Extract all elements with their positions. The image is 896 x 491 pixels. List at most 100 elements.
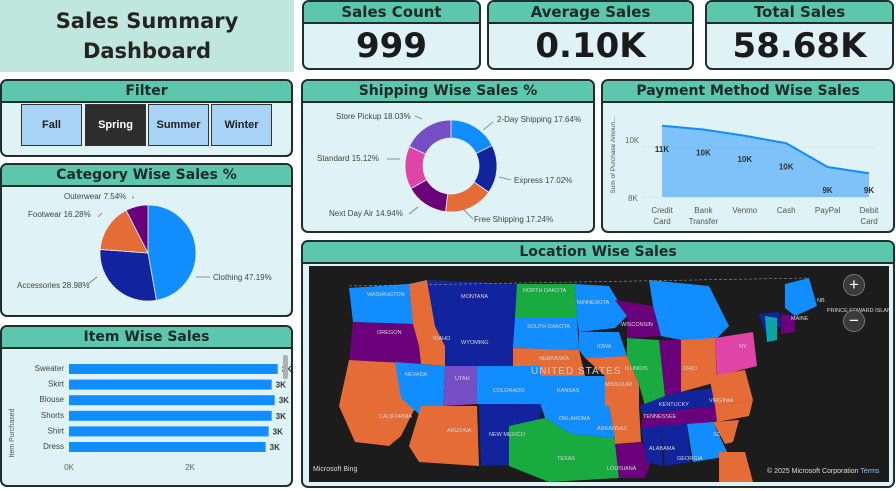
state-label-colorado: COLORADO (493, 388, 525, 394)
season-option-winter[interactable]: Winter (211, 104, 272, 146)
state-arizona[interactable] (409, 406, 479, 466)
y-tick-label: Skirt (48, 380, 65, 389)
slice-label-express: Express 17.02% (514, 176, 572, 185)
pie-slice-clothing[interactable] (147, 204, 197, 301)
payment-chart-title: Payment Method Wise Sales (603, 81, 893, 103)
item-chart-title: Item Wise Sales (2, 327, 291, 349)
state-wyoming[interactable] (435, 326, 515, 366)
state-label-kansas: KANSAS (557, 388, 580, 394)
zoom-out-button[interactable]: − (843, 310, 865, 332)
category-chart-title: Category Wise Sales % (2, 165, 291, 187)
dashboard-title-line2: Dashboard (82, 39, 212, 63)
shipping-chart-title: Shipping Wise Sales % (303, 81, 593, 103)
state-label-tennessee: TENNESSEE (643, 414, 677, 420)
state-michigan[interactable] (649, 280, 729, 346)
kpi-label: Sales Count (304, 2, 479, 24)
y-tick-label: 8K (628, 194, 638, 203)
dashboard-title: Sales Summary Dashboard (0, 0, 294, 72)
country-label: UNITED STATES (531, 366, 622, 377)
shipping-chart-panel: Shipping Wise Sales % 2-Day Shipping 17.… (301, 79, 595, 233)
x-tick-label: Transfer (689, 217, 719, 226)
state-minnesota[interactable] (575, 284, 627, 332)
state-label-idaho: IDAHO (433, 336, 451, 342)
state-new-hampshire[interactable] (765, 316, 777, 342)
data-label: 3K (276, 381, 286, 390)
x-tick-label: Bank (694, 206, 713, 215)
kpi-value: 0.10K (535, 26, 646, 66)
season-option-fall[interactable]: Fall (21, 104, 82, 146)
state-label-nevada: NEVADA (405, 372, 428, 378)
bing-logo: Microsoft Bing (313, 466, 357, 473)
state-label-sc: SC (713, 432, 721, 438)
state-label-nb: NB (817, 298, 825, 304)
slice-label-clothing: Clothing 47.19% (213, 273, 272, 282)
state-south-dakota[interactable] (513, 318, 579, 350)
state-label-washington: WASHINGTON (367, 292, 405, 298)
bar-shirt[interactable] (69, 426, 269, 437)
map-panel: Location Wise Sales WASHINGTON MONTANA N… (301, 240, 895, 488)
y-tick-label: Shorts (41, 411, 64, 420)
pie-slice-store-pickup[interactable] (408, 119, 452, 155)
bar-blouse[interactable] (69, 395, 275, 406)
data-label: 9K (822, 186, 832, 195)
category-chart-panel: Category Wise Sales % Clothing 47.19% Ac… (0, 163, 293, 317)
state-label-nebraska: NEBRASKA (539, 356, 569, 362)
x-tick-label: 2K (185, 463, 195, 472)
kpi-card-total-sales[interactable]: Total Sales 58.68K (705, 0, 894, 70)
state-label-maine: MAINE (791, 316, 809, 322)
bar-dress[interactable] (69, 442, 266, 452)
season-option-summer[interactable]: Summer (148, 104, 209, 146)
x-tick-label: Card (860, 217, 877, 226)
x-tick-label: Debit (860, 206, 879, 215)
slice-label-2-day-shipping: 2-Day Shipping 17.64% (497, 115, 581, 124)
map-copyright: © 2025 Microsoft Corporation Terms (767, 468, 880, 475)
x-tick-label: PayPal (815, 206, 841, 215)
data-label: 3K (279, 396, 289, 405)
category-pie-chart: Clothing 47.19% Accessories 28.98% Footw… (17, 192, 272, 302)
season-option-spring[interactable]: Spring (85, 104, 146, 146)
data-label: 10K (779, 162, 794, 171)
slice-label-standard: Standard 15.12% (317, 154, 379, 163)
state-montana[interactable] (427, 280, 517, 326)
data-label: 11K (655, 145, 669, 154)
state-label-new-mexico: NEW MEXICO (489, 432, 526, 438)
slice-label-footwear: Footwear 16.28% (28, 210, 91, 219)
map-title: Location Wise Sales (303, 242, 893, 264)
x-tick-label: Venmo (732, 206, 757, 215)
state-label-ny: NY (739, 344, 747, 350)
scrollbar-thumb[interactable] (283, 355, 288, 379)
location-map[interactable]: WASHINGTON MONTANA NORTH DAKOTA MINNESOTA OR… (309, 266, 889, 482)
state-utah[interactable] (443, 366, 477, 406)
state-label-utah: UTAH (455, 376, 470, 382)
state-label-texas: TEXAS (557, 456, 576, 462)
bar-shorts[interactable] (69, 410, 272, 421)
state-pennsylvania[interactable] (715, 332, 757, 376)
kpi-label: Total Sales (707, 2, 892, 24)
attribution-text: Microsoft Bing (313, 466, 358, 473)
kpi-value: 58.68K (732, 26, 867, 66)
zoom-in-button[interactable]: + (843, 274, 865, 296)
kpi-card-sales-count[interactable]: Sales Count 999 (302, 0, 481, 70)
pie-slice-accessories[interactable] (99, 249, 157, 302)
state-label-louisiana: LOUISIANA (607, 466, 637, 472)
y-tick-label: Sweater (35, 364, 65, 373)
kpi-label: Average Sales (489, 2, 692, 24)
bar-skirt[interactable] (69, 379, 272, 390)
state-oregon[interactable] (349, 322, 421, 364)
data-label: 3K (276, 412, 286, 421)
area-fill (662, 125, 869, 197)
bar-sweater[interactable] (69, 364, 278, 374)
payment-area-chart: Sum of Purchase Amoun... 10K 8K 11K 10K 10… (610, 116, 879, 226)
kpi-card-average-sales[interactable]: Average Sales 0.10K (487, 0, 694, 70)
state-label-north-dakota: NORTH DAKOTA (523, 288, 567, 294)
state-label-alabama: ALABAMA (649, 446, 675, 452)
state-label-oklahoma: OKLAHOMA (559, 416, 591, 422)
state-label-virginia: VIRGINIA (709, 398, 734, 404)
y-tick-label: Dress (43, 442, 64, 451)
state-washington[interactable] (349, 284, 413, 324)
state-maine[interactable] (785, 278, 817, 316)
state-label-arizona: ARIZONA (447, 428, 472, 434)
terms-link[interactable]: Terms (860, 468, 879, 475)
state-label-minnesota: MINNESOTA (577, 300, 610, 306)
state-florida[interactable] (719, 452, 753, 482)
